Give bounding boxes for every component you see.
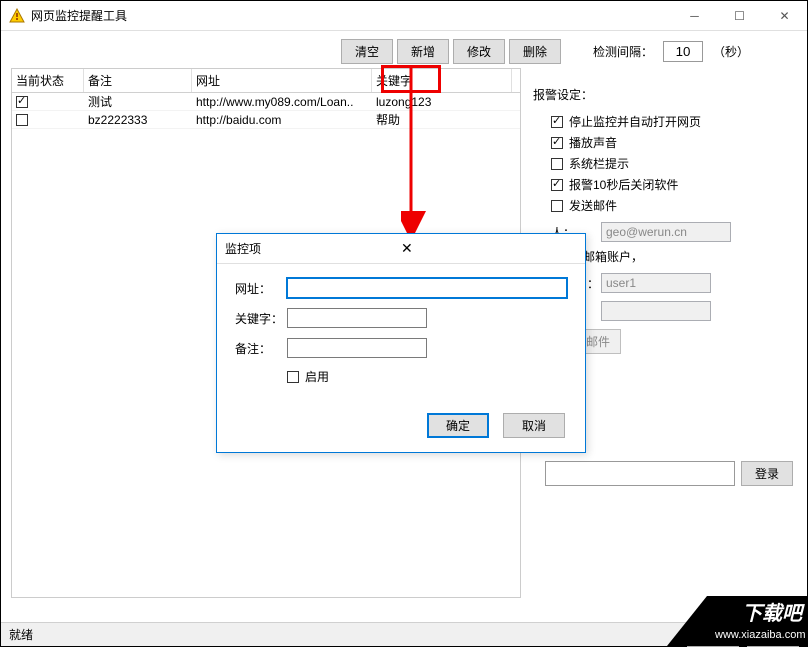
alarm-option[interactable]: 报警10秒后关闭软件	[551, 176, 783, 193]
alarm-label: 报警10秒后关闭软件	[569, 176, 678, 193]
row-remark: 测试	[84, 92, 192, 111]
alarm-checkbox[interactable]	[551, 179, 563, 191]
statusbar: 就绪 购买 开	[1, 622, 807, 646]
monitor-item-dialog: 监控项 ✕ 网址： 关键字： 备注： 启用 确定 取消	[216, 233, 586, 453]
alarm-option[interactable]: 发送邮件	[551, 197, 783, 214]
row-keyword: luzong123	[372, 94, 512, 110]
alarm-label: 停止监控并自动打开网页	[569, 113, 701, 130]
dialog-ok-button[interactable]: 确定	[427, 413, 489, 438]
login-button[interactable]: 登录	[741, 461, 793, 486]
minimize-button[interactable]: ─	[672, 1, 717, 31]
username-input[interactable]	[601, 273, 711, 293]
dialog-cancel-button[interactable]: 取消	[503, 413, 565, 438]
window-title: 网页监控提醒工具	[31, 7, 672, 24]
password-input[interactable]	[601, 301, 711, 321]
dialog-title: 监控项	[225, 240, 397, 257]
edit-button[interactable]: 修改	[453, 39, 505, 64]
clear-button[interactable]: 清空	[341, 39, 393, 64]
dialog-remark-label: 备注：	[235, 340, 287, 357]
dialog-keyword-label: 关键字：	[235, 310, 287, 327]
delete-button[interactable]: 删除	[509, 39, 561, 64]
dialog-keyword-input[interactable]	[287, 308, 427, 328]
col-keyword[interactable]: 关键字	[372, 69, 512, 92]
close-button[interactable]: ✕	[762, 1, 807, 31]
list-header: 当前状态 备注 网址 关键字	[12, 69, 520, 93]
alarm-title: 报警设定：	[533, 86, 783, 103]
alarm-checkbox[interactable]	[551, 200, 563, 212]
maximize-button[interactable]: ☐	[717, 1, 762, 31]
dialog-remark-input[interactable]	[287, 338, 427, 358]
status-text: 就绪	[9, 626, 687, 643]
row-checkbox[interactable]	[16, 96, 28, 108]
login-row: 登录	[545, 461, 793, 486]
interval-label: 检测间隔：	[593, 43, 653, 60]
row-remark: bz2222333	[84, 112, 192, 128]
table-row[interactable]: 测试http://www.my089.com/Loan..luzong123	[12, 93, 520, 111]
dialog-url-label: 网址：	[235, 280, 287, 297]
alarm-option[interactable]: 停止监控并自动打开网页	[551, 113, 783, 130]
dialog-enable-label: 启用	[305, 368, 329, 385]
recipient-input[interactable]	[601, 222, 731, 242]
alarm-option[interactable]: 系统栏提示	[551, 155, 783, 172]
titlebar: 网页监控提醒工具 ─ ☐ ✕	[1, 1, 807, 31]
alarm-checkbox[interactable]	[551, 137, 563, 149]
alarm-label: 系统栏提示	[569, 155, 629, 172]
dialog-enable-checkbox[interactable]	[287, 371, 299, 383]
toolbar: 清空 新增 修改 删除 检测间隔： （秒）	[11, 39, 797, 64]
dialog-close-button[interactable]: ✕	[397, 240, 577, 257]
table-row[interactable]: bz2222333http://baidu.com帮助	[12, 111, 520, 129]
col-url[interactable]: 网址	[192, 69, 372, 92]
row-url: http://baidu.com	[192, 112, 372, 128]
alarm-label: 发送邮件	[569, 197, 617, 214]
dialog-url-input[interactable]	[287, 278, 567, 298]
login-input[interactable]	[545, 461, 735, 486]
interval-input[interactable]	[663, 41, 703, 62]
open-button[interactable]: 开	[747, 622, 799, 647]
alarm-label: 播放声音	[569, 134, 617, 151]
alarm-checkbox[interactable]	[551, 116, 563, 128]
row-url: http://www.my089.com/Loan..	[192, 94, 372, 110]
row-checkbox[interactable]	[16, 114, 28, 126]
interval-unit: （秒）	[713, 43, 749, 60]
app-icon	[9, 8, 25, 24]
add-button[interactable]: 新增	[397, 39, 449, 64]
row-keyword: 帮助	[372, 110, 512, 129]
alarm-option[interactable]: 播放声音	[551, 134, 783, 151]
buy-button[interactable]: 购买	[687, 622, 739, 647]
col-status[interactable]: 当前状态	[12, 69, 84, 92]
alarm-checkbox[interactable]	[551, 158, 563, 170]
col-remark[interactable]: 备注	[84, 69, 192, 92]
